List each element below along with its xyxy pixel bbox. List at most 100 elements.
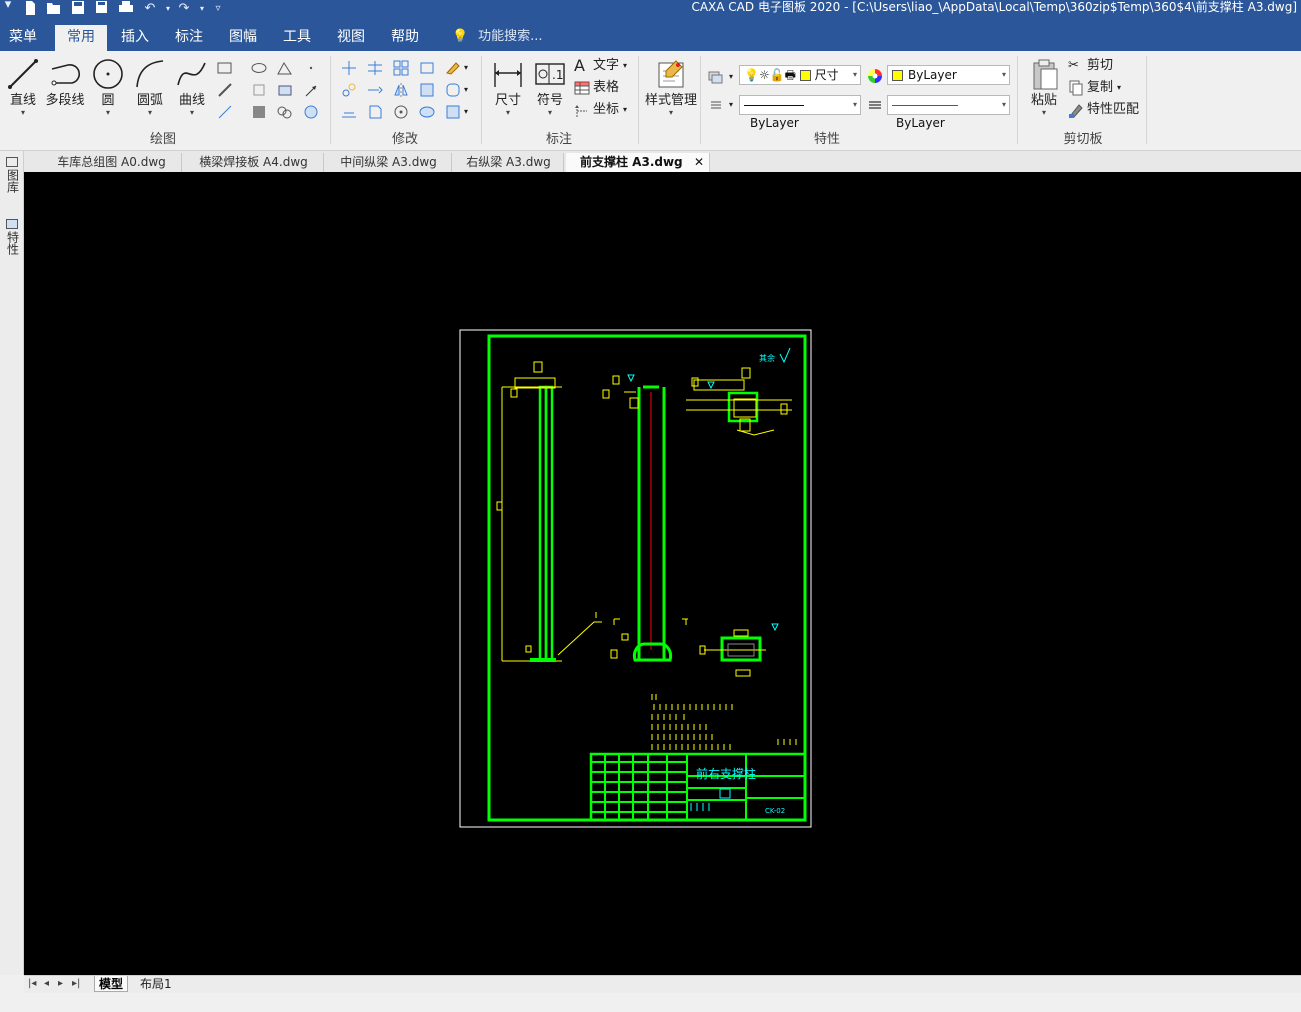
- centerline-icon[interactable]: [216, 103, 234, 121]
- save-icon[interactable]: [70, 1, 86, 17]
- copy-dropdown-icon[interactable]: ▾: [1117, 79, 1121, 97]
- color-combo[interactable]: ByLayer ▾: [887, 65, 1010, 85]
- fillet-icon[interactable]: [444, 81, 462, 99]
- ellipse-icon[interactable]: [250, 59, 268, 77]
- hatch-line-icon[interactable]: [216, 81, 234, 99]
- copy-object-icon[interactable]: [340, 81, 358, 99]
- redo-dropdown-icon[interactable]: ▾: [194, 1, 210, 17]
- modify-dropdown-2-icon[interactable]: ▾: [464, 81, 468, 99]
- layout-tab-layout1[interactable]: 布局1: [140, 976, 172, 992]
- open-file-icon[interactable]: [46, 1, 62, 17]
- extend-icon[interactable]: [366, 81, 384, 99]
- close-tab-icon[interactable]: ✕: [694, 153, 704, 172]
- menu-tab-annotate[interactable]: 标注: [170, 25, 208, 51]
- point-icon[interactable]: [302, 59, 320, 77]
- modify-dropdown-1-icon[interactable]: ▾: [464, 59, 468, 77]
- text-dropdown-icon[interactable]: ▾: [623, 57, 627, 75]
- polyline-button[interactable]: 多段线: [45, 57, 85, 119]
- print-icon[interactable]: [118, 1, 134, 17]
- modify-dropdown-3-icon[interactable]: ▾: [464, 103, 468, 121]
- app-logo-icon[interactable]: ▾: [0, 0, 16, 13]
- prev-layout-icon[interactable]: ◂: [44, 978, 49, 989]
- menu-tab-help[interactable]: 帮助: [386, 25, 424, 51]
- linescale-icon[interactable]: [866, 96, 884, 114]
- doc-tab-front-support[interactable]: 前支撑柱 A3.dwg ✕: [566, 153, 710, 172]
- circle-dropdown-icon[interactable]: ▾: [88, 109, 128, 117]
- line-button[interactable]: 直线 ▾: [3, 57, 43, 119]
- table-button[interactable]: 表格: [593, 79, 619, 97]
- doc-tab-right-beam[interactable]: 右纵梁 A3.dwg: [454, 153, 564, 172]
- polygon-icon[interactable]: [250, 81, 268, 99]
- curve-button[interactable]: 曲线 ▾: [172, 57, 212, 119]
- properties-panel-tab[interactable]: 特性: [4, 219, 20, 258]
- menu-tab-menu[interactable]: 菜单: [4, 25, 42, 51]
- paste-dropdown-icon[interactable]: ▾: [1024, 109, 1064, 117]
- break-icon[interactable]: [366, 103, 384, 121]
- menu-tab-view[interactable]: 视图: [332, 25, 370, 51]
- curve-dropdown-icon[interactable]: ▾: [172, 109, 212, 117]
- offset-icon[interactable]: [340, 103, 358, 121]
- match-properties-icon[interactable]: [1067, 101, 1085, 119]
- linetype-combo[interactable]: ByLayer ▾: [739, 95, 861, 130]
- leader-icon[interactable]: [302, 81, 320, 99]
- menu-tab-common[interactable]: 常用: [55, 25, 107, 51]
- next-layout-icon[interactable]: ▸: [58, 978, 63, 989]
- menu-tab-tools[interactable]: 工具: [278, 25, 316, 51]
- coordinate-button[interactable]: 坐标: [593, 101, 619, 119]
- line-dropdown-icon[interactable]: ▾: [3, 109, 43, 117]
- move-icon[interactable]: [340, 59, 358, 77]
- text-icon[interactable]: A: [574, 57, 585, 75]
- block-icon[interactable]: [276, 81, 294, 99]
- paste-button[interactable]: 粘贴 ▾: [1024, 57, 1064, 119]
- cloud-icon[interactable]: [276, 103, 294, 121]
- polygon-line-icon[interactable]: [276, 59, 294, 77]
- undo-dropdown-icon[interactable]: ▾: [160, 1, 176, 17]
- spline-icon[interactable]: [302, 103, 320, 121]
- color-wheel-icon[interactable]: [866, 67, 884, 85]
- doc-tab-middle-beam[interactable]: 中间纵梁 A3.dwg: [326, 153, 452, 172]
- mirror-icon[interactable]: [392, 81, 410, 99]
- new-file-icon[interactable]: [22, 1, 38, 17]
- redo-icon[interactable]: ↷: [176, 1, 192, 17]
- doc-tab-crossbeam-plate[interactable]: 横梁焊接板 A4.dwg: [184, 153, 324, 172]
- function-search[interactable]: 💡 功能搜索...: [452, 28, 543, 46]
- last-layout-icon[interactable]: ▸|: [72, 978, 80, 989]
- match-properties-button[interactable]: 特性匹配: [1087, 101, 1139, 119]
- array-icon[interactable]: [392, 59, 410, 77]
- line-color-combo[interactable]: ByLayer ▾: [887, 95, 1010, 130]
- circle-button[interactable]: 圆 ▾: [88, 57, 128, 119]
- layer-manager-dropdown-icon[interactable]: ▾: [729, 68, 733, 86]
- chamfer-icon[interactable]: [444, 103, 462, 121]
- copy-button[interactable]: 复制: [1087, 79, 1113, 97]
- scale-icon[interactable]: [418, 59, 436, 77]
- drawing-canvas[interactable]: 前右支撑柱 CK-02 其余: [24, 172, 1301, 975]
- layer-combo[interactable]: 💡☼🔓🖶 尺寸 ▾: [739, 65, 861, 85]
- copy-icon[interactable]: [1067, 79, 1085, 97]
- arc-dropdown-icon[interactable]: ▾: [130, 109, 170, 117]
- fill-icon[interactable]: [250, 103, 268, 121]
- coordinate-dropdown-icon[interactable]: ▾: [623, 101, 627, 119]
- symbol-button[interactable]: .1 符号 ▾: [530, 57, 570, 119]
- layout-tab-model[interactable]: 模型: [94, 976, 129, 992]
- trim-icon[interactable]: [366, 59, 384, 77]
- save-all-icon[interactable]: [94, 1, 110, 17]
- customize-quick-access-icon[interactable]: ▿: [210, 1, 226, 17]
- dimension-dropdown-icon[interactable]: ▾: [488, 109, 528, 117]
- layer-manager-icon[interactable]: [706, 68, 724, 86]
- style-management-button[interactable]: 样式管理 ▾: [643, 57, 699, 119]
- symbol-dropdown-icon[interactable]: ▾: [530, 109, 570, 117]
- style-management-dropdown-icon[interactable]: ▾: [643, 109, 699, 117]
- stretch-icon[interactable]: [418, 81, 436, 99]
- dimension-button[interactable]: 尺寸 ▾: [488, 57, 528, 119]
- lineweight-icon[interactable]: [707, 96, 725, 114]
- menu-tab-frame[interactable]: 图幅: [224, 25, 262, 51]
- coordinate-icon[interactable]: [573, 101, 591, 119]
- cut-button[interactable]: 剪切: [1087, 57, 1113, 75]
- table-icon[interactable]: [573, 79, 591, 97]
- explode-icon[interactable]: [418, 103, 436, 121]
- library-panel-tab[interactable]: 图库: [4, 157, 20, 196]
- undo-icon[interactable]: ↶: [142, 1, 158, 17]
- first-layout-icon[interactable]: |◂: [28, 978, 36, 989]
- eraser-icon[interactable]: [444, 59, 462, 77]
- arc-button[interactable]: 圆弧 ▾: [130, 57, 170, 119]
